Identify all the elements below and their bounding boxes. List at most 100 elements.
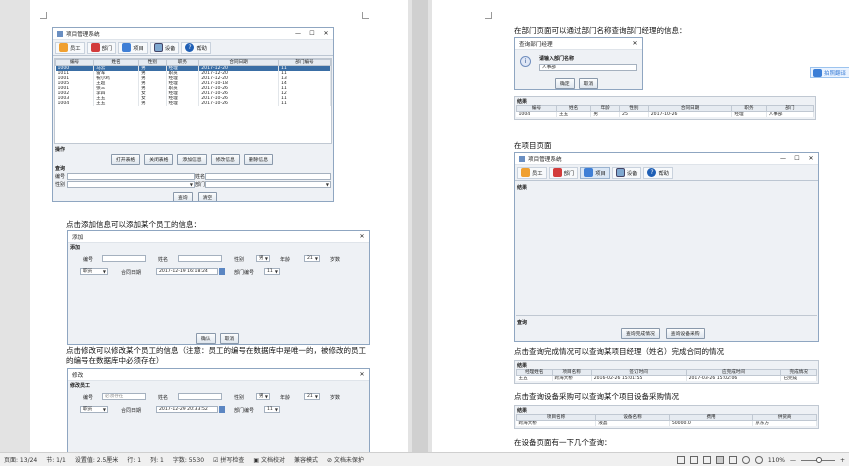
ok-button[interactable]: 确定 <box>555 78 575 89</box>
maximize-icon[interactable]: ☐ <box>305 30 319 37</box>
query-gender-select[interactable] <box>67 181 195 188</box>
zoom-level[interactable]: 110% <box>768 457 785 464</box>
edit-icon[interactable] <box>702 456 711 464</box>
calendar-icon[interactable] <box>219 268 225 275</box>
modify-name-input[interactable] <box>178 393 222 400</box>
zoom-out-icon[interactable]: — <box>790 457 796 464</box>
close-icon[interactable]: ✕ <box>628 40 642 47</box>
add-dialog-titlebar: 添加 ✕ <box>68 231 369 243</box>
modify-age-select[interactable]: 21 <box>304 393 320 400</box>
table-row[interactable]: 1004 王五男经理 2017-10-26 11 <box>55 101 332 106</box>
tab-department[interactable]: 部门 <box>86 41 117 54</box>
query-name-input[interactable] <box>205 173 331 180</box>
tab-employee[interactable]: 员工 <box>517 166 547 179</box>
table-cell: 经理 <box>166 101 200 106</box>
query-button-row: 查询 清空 <box>173 192 218 201</box>
caption-project: 在项目页面 <box>514 141 552 150</box>
add-id-input[interactable] <box>102 255 146 262</box>
tab-equipment[interactable]: 设备 <box>611 166 642 179</box>
modify-section-title: 修改员工 <box>70 383 91 389</box>
add-gender-select[interactable]: 男 <box>256 255 270 262</box>
close-icon[interactable]: ✕ <box>319 30 333 37</box>
page-corner-mark <box>485 12 492 19</box>
query-dept-select[interactable] <box>205 181 331 188</box>
query-id-input[interactable] <box>67 173 195 180</box>
focus-icon[interactable] <box>676 456 685 464</box>
query-completion-button[interactable]: 查询完成情况 <box>621 328 660 339</box>
project-result-title: 结果 <box>517 185 528 191</box>
tab-help[interactable]: ? 帮助 <box>181 41 212 54</box>
query-section-title: 查询 <box>55 166 66 172</box>
protect-item[interactable]: ⊘ 文档未保护 <box>327 455 364 464</box>
table-cell: 王五 <box>93 101 140 106</box>
ops-button[interactable]: 删除信息 <box>243 154 274 165</box>
eye-icon[interactable] <box>754 456 763 464</box>
spellcheck-item[interactable]: ☑ 拼写检查 <box>213 455 244 464</box>
tab-project[interactable]: 项目 <box>118 41 148 54</box>
result-cell: 京东方 <box>752 420 817 426</box>
table-cell: 2017-10-26 <box>198 101 279 106</box>
modify-gender-select[interactable]: 男 <box>256 393 270 400</box>
clear-button[interactable]: 清空 <box>197 192 218 201</box>
close-icon[interactable]: ✕ <box>804 155 818 162</box>
minimize-icon[interactable]: — <box>776 155 790 162</box>
add-button-row: 确认 取消 <box>196 333 240 344</box>
web-view-icon[interactable] <box>741 456 750 464</box>
caption-equipment-page: 在设备页面有一下几个查询： <box>514 438 612 447</box>
query-equipment-button[interactable]: 查询设备采购 <box>665 328 705 339</box>
ops-button[interactable]: 打开表格 <box>111 154 141 165</box>
add-dept-select[interactable]: 11 <box>264 268 280 275</box>
confirm-button[interactable]: 确认 <box>196 333 216 344</box>
page-corner-mark <box>40 12 47 19</box>
project-button-row: 查询完成情况 查询设备采购 <box>621 328 705 339</box>
result-cell: 液晶 <box>595 420 670 426</box>
add-position-select[interactable]: 职员 <box>80 268 108 275</box>
proofread-icon: ▣ <box>253 457 260 464</box>
modify-dept-select[interactable]: 11 <box>264 406 280 413</box>
add-age-select[interactable]: 21 <box>304 255 320 262</box>
calendar-icon[interactable] <box>219 406 225 413</box>
employee-icon <box>59 43 68 52</box>
tab-help[interactable]: ? 帮助 <box>643 166 674 179</box>
status-page[interactable]: 页面: 13/24 <box>4 455 37 464</box>
translate-icon <box>813 68 822 77</box>
minimize-icon[interactable]: — <box>291 30 305 37</box>
modify-id-input[interactable]: 必须存在 <box>102 393 146 400</box>
close-icon[interactable]: ✕ <box>355 233 369 240</box>
page-view-icon[interactable] <box>715 456 724 464</box>
tab-employee[interactable]: 员工 <box>55 41 85 54</box>
caption-dept: 在部门页面可以通过部门名称查询部门经理的信息： <box>514 26 687 35</box>
tab-department[interactable]: 部门 <box>548 166 579 179</box>
dept-name-input[interactable]: 人事部 <box>539 64 637 71</box>
add-date-input[interactable]: 2017-12-19 16:18:24 <box>156 268 218 275</box>
outline-icon[interactable] <box>728 456 737 464</box>
add-name-input[interactable] <box>178 255 222 262</box>
cancel-button[interactable]: 取消 <box>219 333 240 344</box>
cancel-button[interactable]: 取消 <box>578 78 599 89</box>
zoom-in-icon[interactable]: + <box>840 457 845 464</box>
close-icon[interactable]: ✕ <box>355 371 369 378</box>
add-age-unit: 岁数 <box>330 257 341 263</box>
tab-equipment[interactable]: 设备 <box>149 41 180 54</box>
modify-position-select[interactable]: 职员 <box>80 406 108 413</box>
caption-add: 点击添加信息可以添加某个员工的信息： <box>66 220 201 229</box>
query-gender-label: 性别 <box>55 182 66 188</box>
modify-dialog-titlebar: 修改 ✕ <box>68 369 369 381</box>
project-icon <box>584 168 594 177</box>
modify-date-input[interactable]: 2017-12-29 20:33:52 <box>156 406 218 413</box>
zoom-slider-thumb[interactable] <box>815 456 822 463</box>
ops-button[interactable]: 关闭表格 <box>144 154 174 165</box>
tab-project[interactable]: 项目 <box>580 166 610 179</box>
app-icon <box>57 30 63 37</box>
status-wordcount[interactable]: 字数: 5530 <box>173 455 204 464</box>
query-button[interactable]: 查询 <box>173 192 193 201</box>
read-mode-icon[interactable] <box>689 456 698 464</box>
photo-translate-button[interactable]: 拍照翻译 <box>810 67 849 78</box>
ops-button[interactable]: 添加信息 <box>177 154 207 165</box>
result-table-2: 经理姓名 项目名称 签订时间 应完成时间 完成情况 王五 跨海大桥 2016-02-26 15… <box>516 369 817 381</box>
maximize-icon[interactable]: ☐ <box>790 155 804 162</box>
ops-button[interactable]: 修改信息 <box>210 154 240 165</box>
zoom-slider[interactable] <box>800 456 835 463</box>
proofread-item[interactable]: ▣ 文档校对 <box>253 455 285 464</box>
status-row: 行: 1 <box>127 457 142 464</box>
